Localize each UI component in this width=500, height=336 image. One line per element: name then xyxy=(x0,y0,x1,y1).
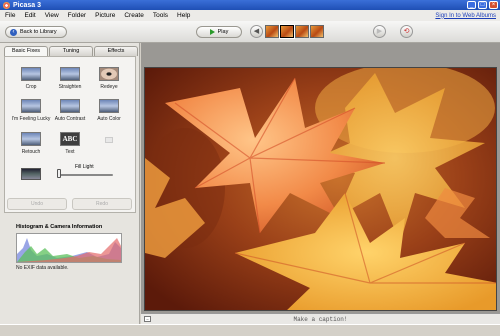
filmstrip-thumbnail[interactable] xyxy=(310,25,324,38)
histogram-title: Histogram & Camera Information xyxy=(16,224,103,230)
maximize-button[interactable]: □ xyxy=(478,1,487,9)
straighten-icon xyxy=(60,67,80,81)
redeye-label: Redeye xyxy=(100,84,118,90)
menu-bar: File Edit View Folder Picture Create Too… xyxy=(0,10,500,21)
disabled-tool xyxy=(89,137,129,146)
play-button[interactable]: Play xyxy=(196,26,242,38)
fill-light-icon xyxy=(21,168,41,180)
window-title-bar: Picasa 3 _ □ × xyxy=(0,0,500,10)
fill-light-label: Fill Light xyxy=(75,164,94,170)
rotate-icon[interactable]: ⟲ xyxy=(400,25,413,38)
straighten-tool[interactable]: Straighten xyxy=(50,67,90,90)
filmstrip-thumbnail[interactable] xyxy=(265,25,279,38)
feeling-lucky-label: I'm Feeling Lucky xyxy=(11,116,51,122)
back-to-library-label: Back to Library xyxy=(20,29,57,35)
auto-contrast-icon xyxy=(60,99,80,113)
play-icon xyxy=(209,29,215,35)
maple-leaves-photo xyxy=(145,68,496,310)
back-arrow-icon: ‹ xyxy=(10,28,17,36)
menu-help[interactable]: Help xyxy=(177,12,190,19)
checkbox-icon xyxy=(105,137,113,143)
fill-light-slider[interactable] xyxy=(58,174,113,176)
straighten-label: Straighten xyxy=(58,84,82,90)
text-label: Text xyxy=(65,149,75,155)
crop-icon xyxy=(21,67,41,81)
filmstrip-thumbnail-selected[interactable] xyxy=(279,24,295,39)
redeye-icon xyxy=(99,67,119,81)
next-photo-button[interactable]: ▶ xyxy=(373,25,386,38)
text-icon: ABC xyxy=(60,132,80,146)
edit-tabs: Basic Fixes Tuning Effects xyxy=(4,46,139,56)
auto-color-tool[interactable]: Auto Color xyxy=(89,99,129,122)
caption-input[interactable]: Make a caption! xyxy=(141,316,500,323)
auto-color-label: Auto Color xyxy=(97,116,121,122)
filmstrip-thumbnail[interactable] xyxy=(295,25,309,38)
window-title: Picasa 3 xyxy=(13,1,42,9)
histogram-chart xyxy=(16,233,122,263)
toolbar: ‹ Back to Library Play ◀ ▶ ⟲ xyxy=(0,21,500,43)
menu-folder[interactable]: Folder xyxy=(68,12,86,19)
crop-tool[interactable]: Crop xyxy=(11,67,51,90)
auto-contrast-tool[interactable]: Auto Contrast xyxy=(50,99,90,122)
minimize-button[interactable]: _ xyxy=(467,1,476,9)
edit-panel: Basic Fixes Tuning Effects Crop Straight… xyxy=(0,43,140,336)
redeye-tool[interactable]: Redeye xyxy=(89,67,129,90)
menu-edit[interactable]: Edit xyxy=(24,12,35,19)
crop-label: Crop xyxy=(25,84,37,90)
filmstrip xyxy=(265,24,324,39)
status-bar xyxy=(0,324,500,336)
close-button[interactable]: × xyxy=(489,1,498,9)
play-label: Play xyxy=(217,29,229,35)
menu-view[interactable]: View xyxy=(45,12,59,19)
menu-create[interactable]: Create xyxy=(124,12,144,19)
retouch-icon xyxy=(21,132,41,146)
tab-tuning[interactable]: Tuning xyxy=(49,46,93,56)
back-to-library-button[interactable]: ‹ Back to Library xyxy=(5,26,67,38)
feeling-lucky-tool[interactable]: I'm Feeling Lucky xyxy=(9,99,53,122)
redo-button[interactable]: Redo xyxy=(72,198,132,210)
retouch-tool[interactable]: Retouch xyxy=(11,132,51,155)
text-tool[interactable]: ABC Text xyxy=(50,132,90,155)
auto-contrast-label: Auto Contrast xyxy=(54,116,86,122)
menu-file[interactable]: File xyxy=(5,12,15,19)
menu-picture[interactable]: Picture xyxy=(95,12,115,19)
menu-tools[interactable]: Tools xyxy=(153,12,168,19)
picasa-logo-icon xyxy=(3,1,10,9)
sign-in-link[interactable]: Sign In to Web Albums xyxy=(435,13,496,19)
feeling-lucky-icon xyxy=(21,99,41,113)
exif-info: No EXIF data available. xyxy=(16,265,69,271)
photo-image[interactable] xyxy=(144,67,497,311)
auto-color-icon xyxy=(99,99,119,113)
fill-light-slider-handle[interactable] xyxy=(57,169,61,178)
tab-basic-fixes[interactable]: Basic Fixes xyxy=(4,46,48,56)
basic-fixes-panel: Crop Straighten Redeye I'm Feeling Lucky… xyxy=(4,56,136,213)
histogram-graph xyxy=(17,238,121,262)
undo-button[interactable]: Undo xyxy=(7,198,67,210)
retouch-label: Retouch xyxy=(21,149,41,155)
caption-bar: ‒ Make a caption! xyxy=(141,313,500,324)
tab-effects[interactable]: Effects xyxy=(94,46,138,56)
previous-photo-button[interactable]: ◀ xyxy=(250,25,263,38)
